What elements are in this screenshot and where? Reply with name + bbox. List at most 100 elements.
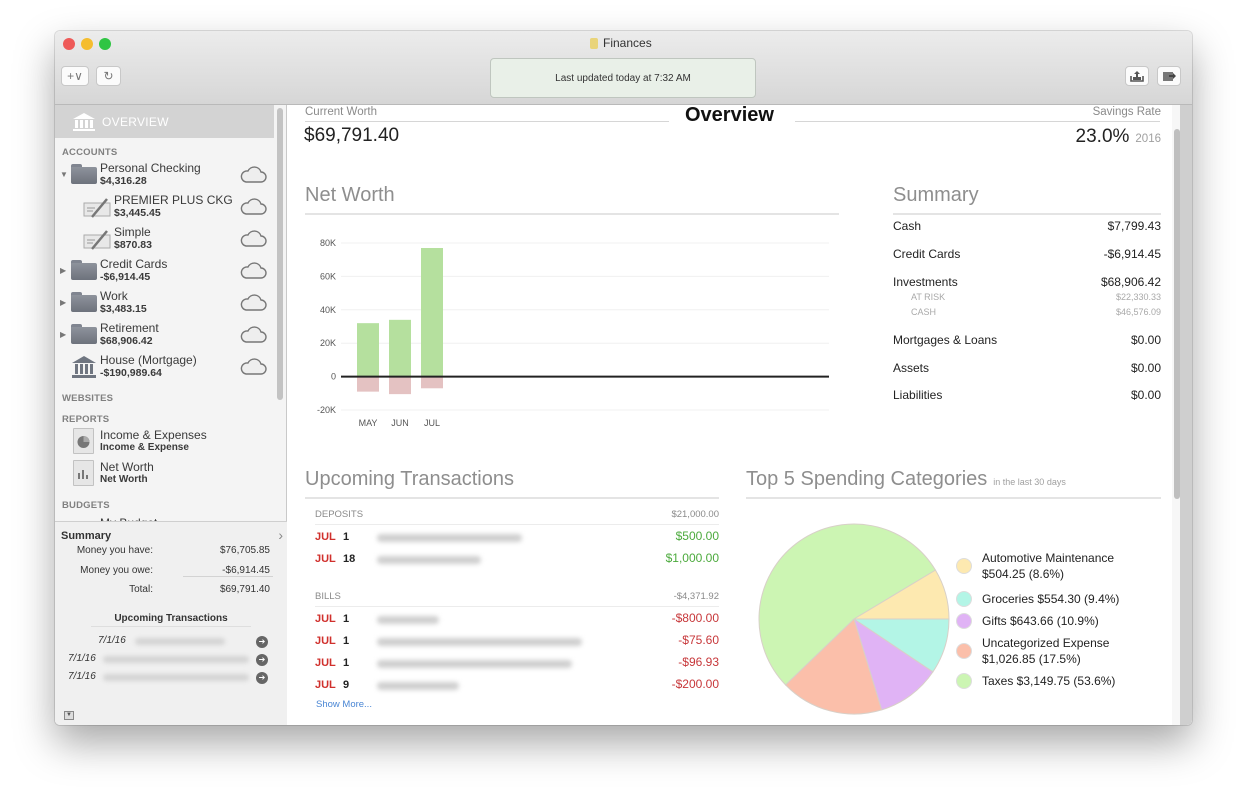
go-arrow-icon[interactable]: ➔	[256, 654, 268, 666]
summary-value: $0.00	[1130, 333, 1161, 347]
main-content: Current Worth Overview Savings Rate $69,…	[288, 104, 1192, 725]
go-arrow-icon[interactable]: ➔	[256, 636, 268, 648]
cloud-icon[interactable]	[239, 198, 267, 216]
account-name: Work	[100, 289, 128, 303]
go-arrow-icon[interactable]: ➔	[256, 672, 268, 684]
tx-day: 1	[343, 657, 350, 669]
savings-rate-value: 23.0%	[1075, 126, 1130, 147]
main-scrollbar[interactable]	[1174, 129, 1180, 499]
cloud-icon[interactable]	[239, 262, 267, 280]
transaction-row[interactable]: JUL 1 -$75.60	[315, 633, 719, 651]
transaction-row[interactable]: JUL 1 $500.00	[315, 529, 719, 547]
cloud-icon[interactable]	[239, 166, 267, 184]
disclosure-expanded-icon[interactable]: ▼	[60, 170, 68, 179]
investment-sub-cash: CASH $46,576.09	[911, 307, 1161, 317]
sidebar-item-overview[interactable]: OVERVIEW	[55, 105, 274, 138]
deposits-total: $21,000.00	[671, 509, 719, 520]
account-credit-cards[interactable]: ▶ Credit Cards -$6,914.45	[55, 257, 280, 289]
bar-liabilities-may[interactable]	[357, 376, 379, 392]
close-button[interactable]	[63, 38, 75, 50]
tx-amount: -$75.60	[678, 633, 719, 647]
summary-row-cash: Cash $7,799.43	[893, 219, 1161, 233]
bar-assets-jun[interactable]	[389, 319, 411, 377]
cloud-icon[interactable]	[239, 358, 267, 376]
summary-label: Money you have:	[76, 545, 153, 556]
account-balance: $68,906.42	[100, 335, 153, 347]
websites-header[interactable]: WEBSITES	[62, 393, 113, 404]
savings-rate: 23.0% 2016	[1076, 126, 1161, 148]
bar-liabilities-jun[interactable]	[389, 376, 411, 395]
tx-month: JUL	[315, 531, 336, 543]
add-button[interactable]: +∨	[61, 66, 89, 86]
bar-liabilities-jul[interactable]	[421, 376, 443, 389]
account-balance: $870.83	[114, 239, 152, 251]
header-rule-right	[795, 121, 1160, 122]
tx-month: JUL	[315, 657, 336, 669]
legend-line: $504.25 (8.6%)	[982, 567, 1065, 581]
summary-divider	[183, 576, 273, 577]
legend-swatch	[956, 591, 972, 607]
show-more-link[interactable]: Show More...	[316, 699, 372, 710]
transaction-row[interactable]: JUL 1 -$96.93	[315, 655, 719, 673]
legend-line: $1,026.85 (17.5%)	[982, 652, 1081, 666]
report-net-worth[interactable]: Net Worth Net Worth	[55, 460, 280, 492]
legend-label: Groceries $554.30 (9.4%)	[982, 591, 1119, 607]
check-icon	[83, 198, 111, 218]
disclosure-collapsed-icon[interactable]: ▶	[60, 298, 66, 307]
zoom-button[interactable]	[99, 38, 111, 50]
upcoming-date: 7/1/16	[68, 671, 96, 682]
tx-month: JUL	[315, 679, 336, 691]
bar-assets-jul[interactable]	[421, 248, 443, 377]
redacted-payee	[377, 638, 582, 646]
overview-label: OVERVIEW	[102, 114, 169, 129]
status-display: Last updated today at 7:32 AM	[490, 58, 756, 98]
report-income-expenses[interactable]: Income & Expenses Income & Expense	[55, 428, 280, 460]
deposits-label: DEPOSITS	[315, 509, 364, 520]
summary-value: -$6,914.45	[1103, 247, 1161, 261]
account-name: House (Mortgage)	[100, 353, 197, 367]
legend-line: Groceries $554.30 (9.4%)	[982, 592, 1120, 606]
redacted-payee	[103, 674, 249, 681]
window-title: Finances	[590, 36, 652, 50]
account-premier-plus-ckg[interactable]: PREMIER PLUS CKG $3,445.45	[55, 193, 280, 225]
bills-total: -$4,371.92	[673, 591, 719, 602]
chevron-right-icon[interactable]: ›	[278, 527, 283, 543]
upcoming-item[interactable]: 7/1/16 ➔	[55, 635, 280, 651]
share-button[interactable]	[1157, 66, 1181, 86]
x-tick-label: JUN	[391, 418, 409, 428]
account-retirement[interactable]: ▶ Retirement $68,906.42	[55, 321, 280, 353]
summary-label: Money you owe:	[80, 565, 153, 576]
cloud-icon[interactable]	[239, 326, 267, 344]
minimize-button[interactable]	[81, 38, 93, 50]
summary-value: $76,705.85	[219, 545, 270, 556]
collapse-panel-button[interactable]: ▼	[64, 711, 74, 720]
disclosure-collapsed-icon[interactable]: ▶	[60, 330, 66, 339]
cloud-icon[interactable]	[239, 230, 267, 248]
upcoming-divider	[91, 626, 251, 627]
tx-amount: -$800.00	[671, 611, 719, 625]
upcoming-rule	[305, 497, 719, 499]
transaction-row[interactable]: JUL 9 -$200.00	[315, 677, 719, 695]
account-personal-checking[interactable]: ▼ Personal Checking $4,316.28	[55, 161, 280, 193]
transaction-row[interactable]: JUL 1 -$800.00	[315, 611, 719, 629]
account-simple[interactable]: Simple $870.83	[55, 225, 280, 257]
upcoming-item[interactable]: 7/1/16 ➔	[55, 653, 280, 669]
upcoming-item[interactable]: 7/1/16 ➔	[55, 671, 280, 687]
tx-month: JUL	[315, 635, 336, 647]
summary-label: Investments	[893, 275, 958, 289]
cloud-icon[interactable]	[239, 294, 267, 312]
spending-title: Top 5 Spending Categories	[746, 468, 988, 490]
account-work[interactable]: ▶ Work $3,483.15	[55, 289, 280, 321]
account-balance: -$6,914.45	[100, 271, 151, 283]
transaction-row[interactable]: JUL 18 $1,000.00	[315, 551, 719, 569]
x-tick-label: MAY	[359, 418, 378, 428]
account-house-mortgage[interactable]: House (Mortgage) -$190,989.64	[55, 353, 280, 385]
summary-row-liabilities: Liabilities $0.00	[893, 388, 1161, 402]
disclosure-collapsed-icon[interactable]: ▶	[60, 266, 66, 275]
x-tick-label: JUL	[424, 418, 440, 428]
tx-day: 1	[343, 613, 350, 625]
bar-assets-may[interactable]	[357, 323, 379, 377]
export-button[interactable]	[1125, 66, 1149, 86]
summary-row-investments: Investments $68,906.42	[893, 275, 1161, 289]
refresh-button[interactable]: ↻	[96, 66, 121, 86]
